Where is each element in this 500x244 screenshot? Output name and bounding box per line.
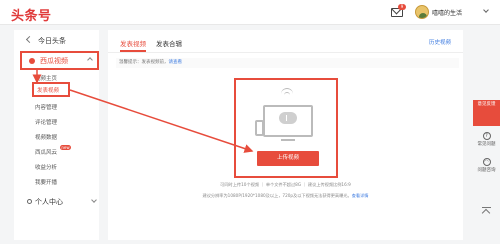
sidebar-group-xigua[interactable]: 西瓜视频 (20, 51, 99, 70)
notice-text: 温馨提示：发表视频前， (119, 60, 169, 65)
home-icon (25, 35, 34, 44)
notice-link[interactable]: 请查看 (169, 60, 183, 65)
chevron-down-icon[interactable] (483, 7, 489, 13)
notice-bar: 温馨提示：发表视频前，请查看 (116, 58, 459, 68)
sidebar-item-video-home[interactable]: 视频主页 (35, 74, 57, 82)
sidebar-item-home[interactable]: 今日头条 (38, 36, 66, 46)
upload-limits-text: 可同时上传10个视频 ｜ 单个文件不超过8G ｜ 建议上传视频比例16:9 (220, 182, 351, 187)
logo[interactable]: 头条号 (11, 5, 52, 24)
faq-button[interactable]: ? 常见问题 (473, 132, 500, 147)
sidebar-item-content-manage[interactable]: 内容管理 (35, 103, 57, 111)
upload-video-button[interactable]: 上传视频 (257, 151, 319, 166)
xigua-icon (29, 58, 35, 64)
monitor-stand (281, 139, 295, 143)
tab-publish-collection[interactable]: 发表合辑 (156, 38, 182, 48)
right-floating-toolbar: 意见反馈 ? 常见问题 ◠ 问题咨询 (473, 100, 500, 240)
sidebar-group-label: 西瓜视频 (40, 57, 68, 65)
history-videos-link[interactable]: 历史视频 (429, 38, 451, 46)
back-to-top-icon[interactable] (481, 208, 491, 218)
sidebar-item-video-data[interactable]: 视频数据 (35, 133, 57, 141)
signal-icon-inner (284, 92, 290, 95)
faq-label: 常见问题 (477, 142, 496, 147)
question-icon: ? (482, 132, 491, 140)
divider (108, 52, 463, 53)
main-panel: 发表视频 发表合辑 历史视频 温馨提示：发表视频前，请查看 上传视频 可同时上传… (108, 30, 463, 240)
upload-drop-zone[interactable]: 上传视频 (234, 78, 338, 178)
phone-icon (255, 120, 264, 136)
sidebar-item-comments[interactable]: 评论管理 (35, 118, 57, 126)
consult-label: 问题咨询 (477, 168, 496, 173)
user-icon (27, 199, 32, 204)
sidebar-item-revenue[interactable]: 收益分析 (35, 163, 57, 171)
consult-button[interactable]: ◠ 问题咨询 (473, 158, 500, 173)
tab-publish-video[interactable]: 发表视频 (120, 38, 146, 48)
sidebar-item-xigua-fengyun[interactable]: 西瓜风云 (35, 148, 57, 156)
new-badge: new (60, 145, 71, 150)
sidebar-item-label: 发表视频 (37, 88, 60, 94)
headset-icon: ◠ (482, 158, 491, 166)
chevron-up-icon (87, 57, 93, 63)
top-bar: 头条号 9 嘻嘻的生活 (0, 0, 500, 25)
resolution-hint: 建议分辨率为1080P/1920*1080及以上，720p及以下视频无法获得更高… (108, 193, 463, 199)
username[interactable]: 嘻嘻的生活 (432, 8, 462, 17)
sidebar-item-live[interactable]: 我要开播 (35, 178, 57, 186)
resolution-hint-text: 建议分辨率为1080P/1920*1080及以上，720p及以下视频无法获得更高… (202, 193, 352, 198)
back-to-top-bar[interactable] (482, 207, 491, 208)
avatar[interactable] (415, 5, 429, 19)
sidebar-item-publish-video[interactable]: 发表视频 (32, 82, 70, 97)
details-link[interactable]: 查看详情 (352, 193, 369, 198)
feedback-button[interactable]: 意见反馈 (473, 100, 500, 126)
sidebar-item-personal[interactable]: 个人中心 (35, 197, 63, 207)
mail-badge: 9 (398, 4, 406, 10)
upload-arrow-icon (286, 115, 290, 121)
